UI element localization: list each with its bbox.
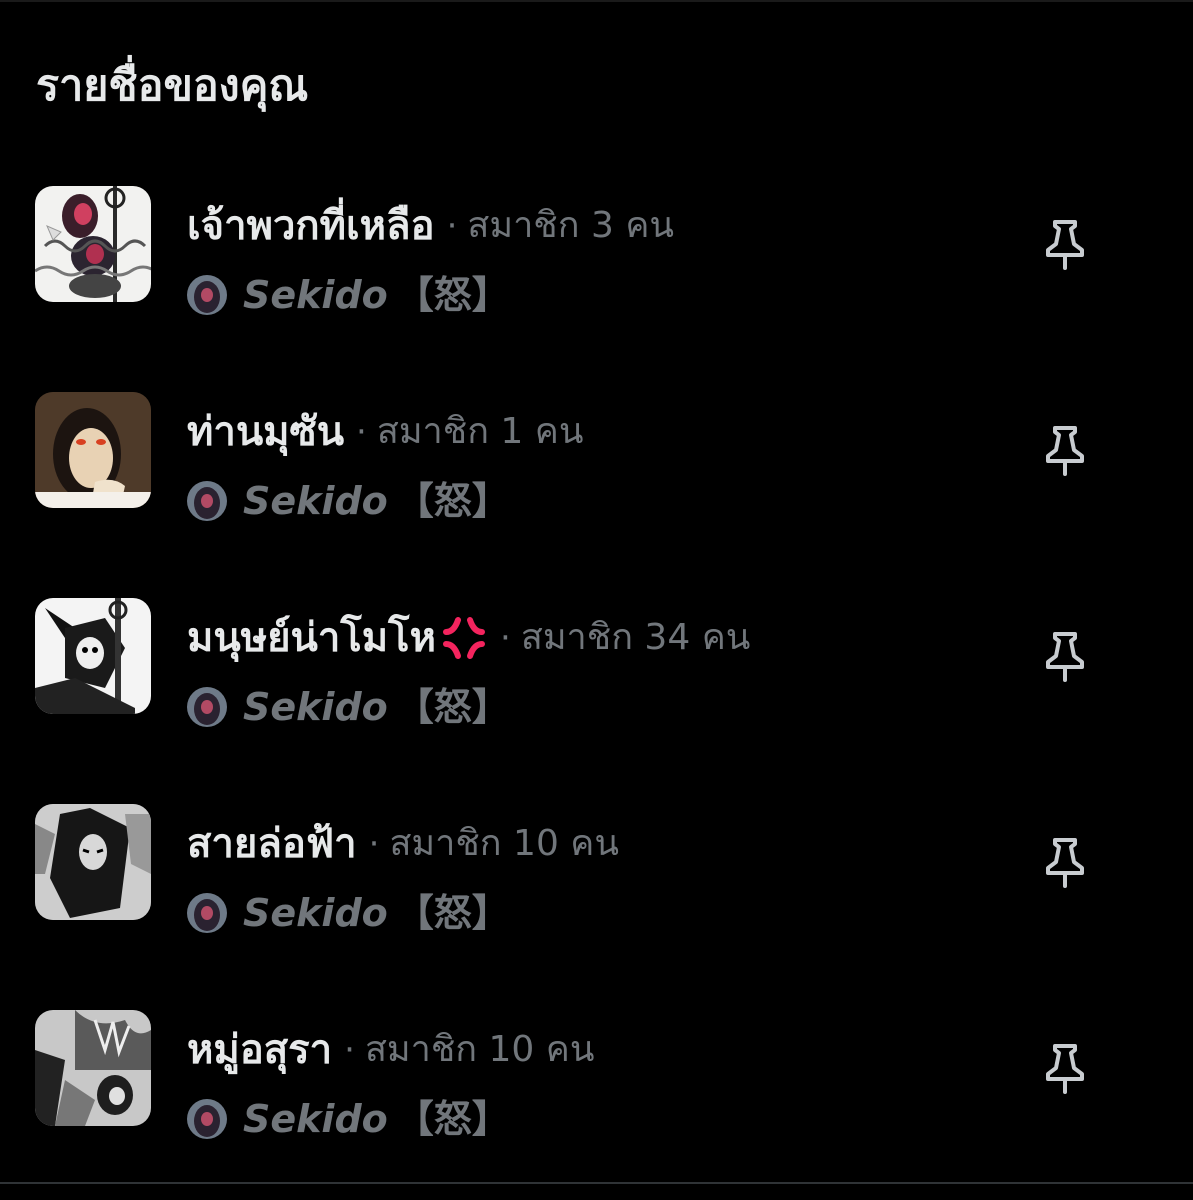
owner-avatar <box>187 275 227 315</box>
owner-row: Sekido 【怒】 <box>187 1092 510 1146</box>
list-item[interactable]: หมู่อสุรา · สมาชิก 10 คน Sekido 【怒】 <box>0 994 1193 1164</box>
separator-dot: · <box>368 824 380 864</box>
owner-suffix: 【怒】 <box>395 273 510 317</box>
list-name: มนุษย์น่าโมโห <box>187 615 437 661</box>
separator-dot: · <box>356 412 367 452</box>
list-title-row: เจ้าพวกที่เหลือ · สมาชิก 3 คน <box>187 198 674 254</box>
list-name: หมู่อสุรา <box>187 1027 333 1073</box>
owner-avatar <box>187 481 227 521</box>
pin-button[interactable] <box>1031 828 1099 896</box>
list-name: ท่านมุซัน <box>187 409 345 455</box>
list-item[interactable]: มนุษย์น่าโมโห · สมาชิก 34 คน Sekido 【怒】 <box>0 582 1193 752</box>
owner-row: Sekido 【怒】 <box>187 474 510 528</box>
list-name: เจ้าพวกที่เหลือ <box>187 203 435 249</box>
separator-dot: · <box>446 206 458 246</box>
pin-button[interactable] <box>1031 622 1099 690</box>
list-title-row: ท่านมุซัน · สมาชิก 1 คน <box>187 404 583 460</box>
anger-symbol-icon <box>443 617 486 659</box>
list-item[interactable]: ท่านมุซัน · สมาชิก 1 คน Sekido 【怒】 <box>0 376 1193 546</box>
list-thumbnail <box>35 186 151 302</box>
separator-dot: · <box>344 1030 355 1070</box>
owner-avatar <box>187 1099 227 1139</box>
owner-name: Sekido <box>243 479 388 523</box>
owner-avatar <box>187 687 227 727</box>
pin-button[interactable] <box>1031 210 1099 278</box>
member-count: สมาชิก 1 คน <box>376 411 584 452</box>
section-title: รายชื่อของคุณ <box>36 61 309 111</box>
list-thumbnail <box>35 804 151 920</box>
separator-dot: · <box>500 618 511 658</box>
list-item[interactable]: สายล่อฟ้า · สมาชิก 10 คน Sekido 【怒】 <box>0 788 1193 958</box>
owner-avatar <box>187 893 227 933</box>
member-count: สมาชิก 10 คน <box>389 823 619 864</box>
member-count: สมาชิก 34 คน <box>520 617 751 658</box>
owner-suffix: 【怒】 <box>395 685 510 729</box>
owner-row: Sekido 【怒】 <box>187 886 510 940</box>
pin-icon <box>1046 1044 1084 1094</box>
owner-row: Sekido 【怒】 <box>187 680 510 734</box>
pin-icon <box>1046 838 1084 888</box>
owner-name: Sekido <box>243 891 388 935</box>
list-thumbnail <box>35 392 151 508</box>
list-name: สายล่อฟ้า <box>187 821 357 867</box>
owner-suffix: 【怒】 <box>395 891 510 935</box>
pin-icon <box>1046 220 1084 270</box>
list-title-row: มนุษย์น่าโมโห · สมาชิก 34 คน <box>187 610 750 666</box>
pin-button[interactable] <box>1031 416 1099 484</box>
owner-name: Sekido <box>243 1097 388 1141</box>
owner-row: Sekido 【怒】 <box>187 268 510 322</box>
bottom-divider <box>0 1182 1193 1184</box>
owner-suffix: 【怒】 <box>395 479 510 523</box>
owner-name: Sekido <box>243 273 388 317</box>
list-title-row: หมู่อสุรา · สมาชิก 10 คน <box>187 1022 594 1078</box>
list-title-row: สายล่อฟ้า · สมาชิก 10 คน <box>187 816 619 872</box>
pin-icon <box>1046 632 1084 682</box>
member-count: สมาชิก 10 คน <box>364 1029 595 1070</box>
owner-name: Sekido <box>243 685 388 729</box>
pin-icon <box>1046 426 1084 476</box>
list-thumbnail <box>35 598 151 714</box>
member-count: สมาชิก 3 คน <box>467 205 675 246</box>
owner-suffix: 【怒】 <box>395 1097 510 1141</box>
top-divider <box>0 0 1193 2</box>
list-thumbnail <box>35 1010 151 1126</box>
list-item[interactable]: เจ้าพวกที่เหลือ · สมาชิก 3 คน Sekido 【怒】 <box>0 170 1193 340</box>
pin-button[interactable] <box>1031 1034 1099 1102</box>
